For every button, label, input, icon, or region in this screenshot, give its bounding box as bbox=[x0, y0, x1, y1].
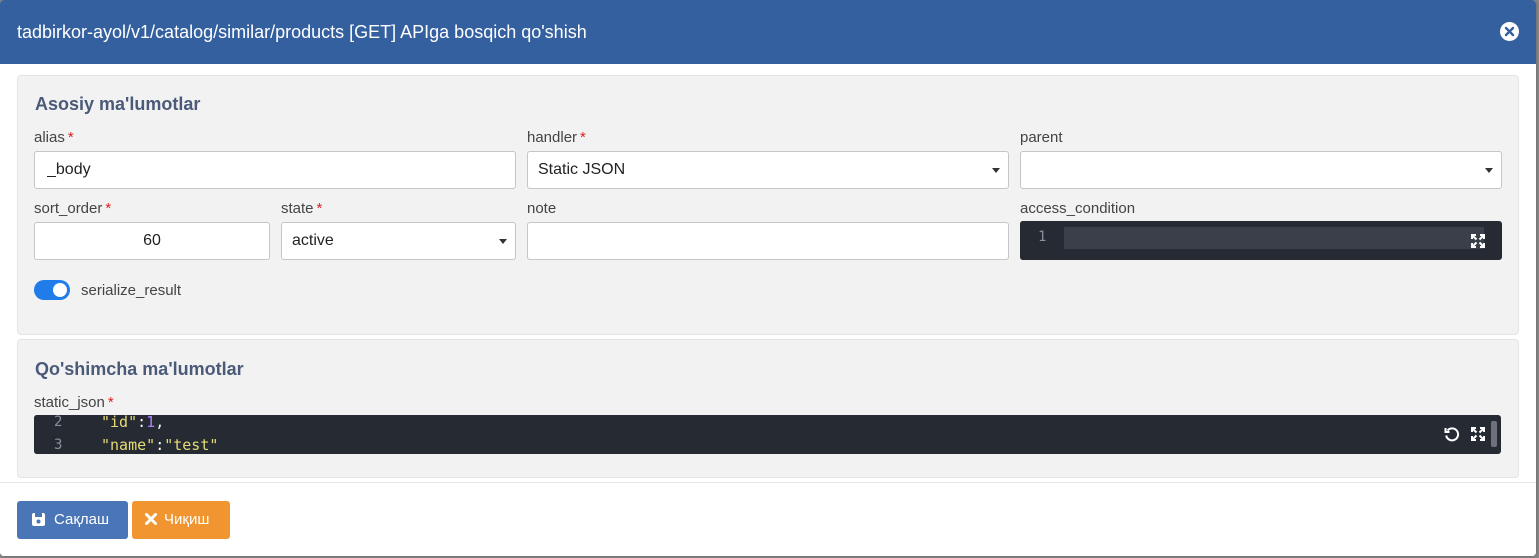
undo-icon[interactable] bbox=[1444, 426, 1460, 442]
modal-footer: Сақлаш Чиқиш bbox=[0, 482, 1536, 556]
line-number: 1 bbox=[1038, 229, 1047, 245]
editor-active-line[interactable] bbox=[1064, 227, 1484, 249]
alias-label: alias * bbox=[34, 129, 74, 146]
exit-button[interactable]: Чиқиш bbox=[132, 501, 230, 539]
floppy-disk-icon bbox=[31, 512, 46, 531]
modal-title: tadbirkor-ayol/v1/catalog/similar/produc… bbox=[17, 22, 587, 42]
close-icon[interactable] bbox=[1500, 22, 1519, 41]
code-line: "name":"test" bbox=[101, 436, 219, 454]
fullscreen-icon[interactable] bbox=[1470, 233, 1486, 249]
required-marker: * bbox=[105, 200, 112, 217]
line-number: 3 bbox=[54, 437, 63, 453]
parent-select[interactable] bbox=[1020, 151, 1502, 189]
note-label: note bbox=[527, 200, 557, 217]
state-select[interactable]: active bbox=[281, 222, 516, 260]
handler-selected-value: Static JSON bbox=[538, 161, 626, 178]
serialize-result-toggle[interactable] bbox=[34, 280, 70, 300]
save-button[interactable]: Сақлаш bbox=[17, 501, 128, 539]
required-marker: * bbox=[107, 394, 114, 411]
chevron-down-icon bbox=[499, 239, 507, 244]
editor-gutter: 2 3 bbox=[34, 415, 78, 454]
modal-body: Asosiy ma'lumotlar alias* handler* Stati… bbox=[0, 64, 1536, 482]
state-selected-value: active bbox=[292, 232, 334, 249]
code-line: "id":1, bbox=[101, 415, 165, 431]
section-title-main: Asosiy ma'lumotlar bbox=[35, 94, 201, 114]
alias-input[interactable] bbox=[34, 151, 516, 189]
static-json-label: static_json * bbox=[34, 394, 114, 411]
extra-info-panel: Qo'shimcha ma'lumotlar static_json * 2 3 … bbox=[17, 339, 1519, 478]
toggle-knob bbox=[53, 283, 67, 297]
chevron-down-icon bbox=[992, 168, 1000, 173]
x-icon bbox=[144, 512, 158, 530]
static-json-editor[interactable]: 2 3 "id":1, "name":"test" bbox=[34, 415, 1501, 454]
serialize-result-label: serialize_result bbox=[81, 282, 182, 299]
required-marker: * bbox=[67, 129, 74, 146]
access-condition-editor[interactable]: 1 bbox=[1020, 221, 1502, 260]
exit-button-label: Чиқиш bbox=[164, 511, 210, 528]
handler-label: handler * bbox=[527, 129, 586, 146]
parent-label: parent bbox=[1020, 129, 1063, 146]
handler-select[interactable]: Static JSON bbox=[527, 151, 1009, 189]
modal-header: tadbirkor-ayol/v1/catalog/similar/produc… bbox=[0, 0, 1536, 64]
chevron-down-icon bbox=[1485, 168, 1493, 173]
required-marker: * bbox=[580, 129, 586, 146]
fullscreen-icon[interactable] bbox=[1470, 426, 1486, 442]
section-title-extra: Qo'shimcha ma'lumotlar bbox=[35, 359, 244, 379]
save-button-label: Сақлаш bbox=[54, 511, 110, 528]
sort-order-input[interactable] bbox=[34, 222, 270, 260]
editor-scrollbar[interactable] bbox=[1491, 421, 1497, 447]
sort-order-label: sort_order * bbox=[34, 200, 112, 217]
required-marker: * bbox=[316, 200, 323, 217]
modal-dialog: tadbirkor-ayol/v1/catalog/similar/produc… bbox=[0, 0, 1536, 556]
access-condition-label: access_condition bbox=[1020, 200, 1136, 217]
main-info-panel: Asosiy ma'lumotlar alias* handler* Stati… bbox=[17, 75, 1519, 335]
note-input[interactable] bbox=[527, 222, 1009, 260]
editor-gutter: 1 bbox=[1020, 221, 1060, 260]
line-number: 2 bbox=[54, 415, 63, 430]
state-label: state * bbox=[281, 200, 323, 217]
